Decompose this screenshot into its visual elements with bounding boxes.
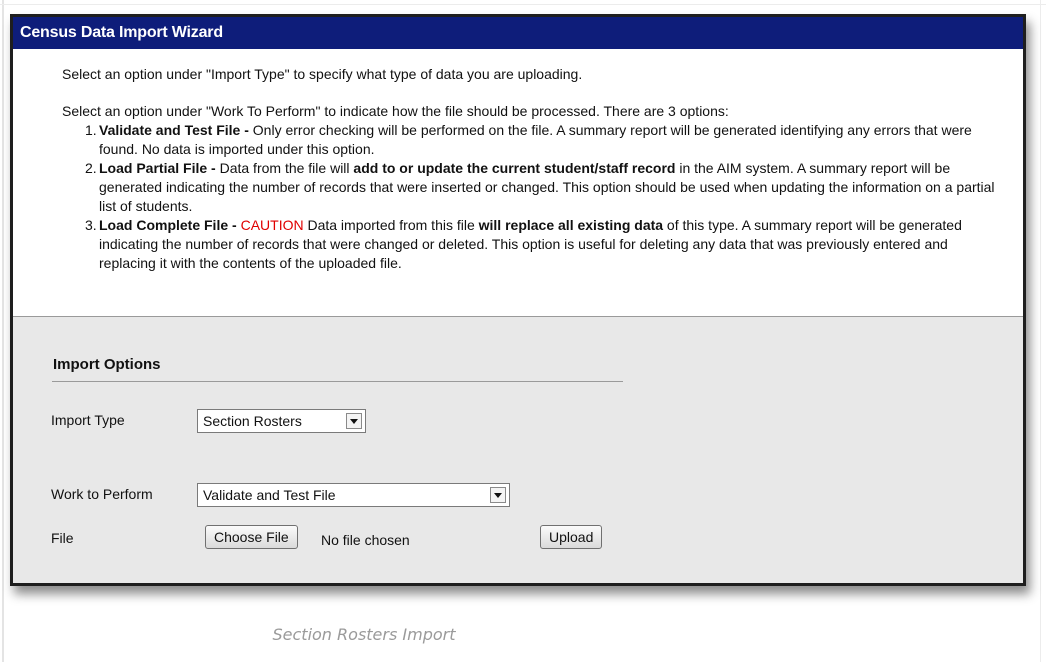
step-emphasis: will replace all existing data xyxy=(478,217,664,233)
import-type-label: Import Type xyxy=(51,412,125,428)
step-title: Validate and Test File - xyxy=(99,122,249,138)
upload-button[interactable]: Upload xyxy=(540,525,603,549)
step-text: Data from the file will xyxy=(215,160,354,176)
step-title: Load Complete File - xyxy=(99,217,237,233)
page-right-line xyxy=(1040,0,1041,662)
work-to-perform-value: Validate and Test File xyxy=(203,487,336,503)
list-item: 3. Load Complete File - CAUTION Data imp… xyxy=(62,216,1003,273)
file-label: File xyxy=(51,530,74,546)
import-type-value: Section Rosters xyxy=(203,413,302,429)
options-list: 1. Validate and Test File - Only error c… xyxy=(62,121,1003,273)
step-number: 1. xyxy=(85,122,97,138)
window-title: Census Data Import Wizard xyxy=(13,17,1023,49)
import-wizard-window: Census Data Import Wizard Select an opti… xyxy=(10,14,1026,586)
heading-divider xyxy=(52,381,623,382)
step-emphasis: add to or update the current student/sta… xyxy=(353,160,676,176)
import-options-panel: Import Options Import Type Section Roste… xyxy=(13,317,1023,583)
file-status-text: No file chosen xyxy=(321,532,410,548)
intro-import-type: Select an option under "Import Type" to … xyxy=(62,66,583,82)
chevron-down-icon[interactable] xyxy=(346,413,362,429)
step-number: 2. xyxy=(85,160,97,176)
step-title: Load Partial File - xyxy=(99,160,216,176)
step-text: Data imported from this file xyxy=(303,217,479,233)
figure-caption: Section Rosters Import xyxy=(272,625,456,644)
page-edge-line xyxy=(2,0,4,662)
step-number: 3. xyxy=(85,217,97,233)
work-to-perform-label: Work to Perform xyxy=(51,486,153,502)
chevron-down-icon[interactable] xyxy=(490,487,506,503)
choose-file-button[interactable]: Choose File xyxy=(205,525,298,549)
import-options-heading: Import Options xyxy=(53,356,161,373)
import-type-select[interactable]: Section Rosters xyxy=(197,409,366,433)
work-to-perform-select[interactable]: Validate and Test File xyxy=(197,483,510,507)
caution-label: CAUTION xyxy=(240,217,304,233)
instructions-panel: Select an option under "Import Type" to … xyxy=(13,49,1023,317)
intro-work-to-perform: Select an option under "Work To Perform"… xyxy=(62,103,729,119)
list-item: 2. Load Partial File - Data from the fil… xyxy=(62,159,1003,216)
page-top-line xyxy=(0,4,1046,5)
list-item: 1. Validate and Test File - Only error c… xyxy=(62,121,1003,159)
